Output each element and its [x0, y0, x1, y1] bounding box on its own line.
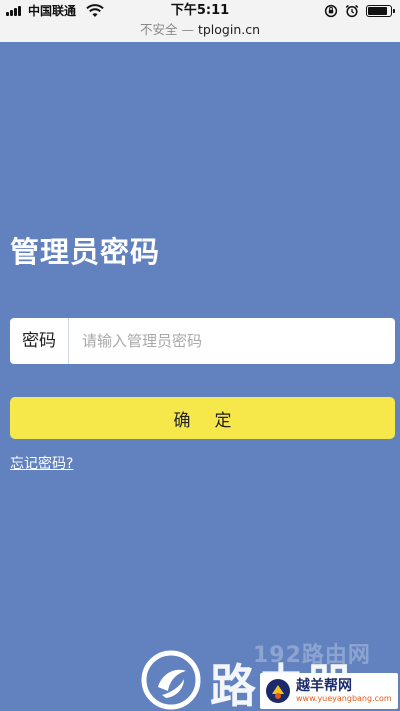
- password-field-group: 密码: [10, 318, 395, 364]
- orientation-lock-icon: [324, 4, 338, 18]
- status-bar: 中国联通 下午5:11: [0, 0, 400, 22]
- watermark-badge-text: 越羊帮网: [296, 678, 352, 694]
- password-label: 密码: [10, 318, 69, 364]
- watermark-badge-url: www.yueyangbang.com: [296, 694, 392, 703]
- browser-top-bar: 中国联通 下午5:11 不安全 — tplogin.cn: [0, 0, 400, 42]
- url-domain: tplogin.cn: [197, 22, 261, 37]
- watermark-logo-icon: [141, 650, 201, 710]
- watermark: 192路由网 路由器 越羊帮网 www.yueyangbang.com: [140, 631, 400, 711]
- battery-icon: [366, 5, 395, 17]
- page-title: 管理员密码: [10, 235, 161, 269]
- password-input[interactable]: [69, 318, 395, 364]
- alarm-icon: [345, 4, 359, 18]
- security-warning: 不安全: [139, 22, 178, 37]
- url-bar[interactable]: 不安全 — tplogin.cn: [0, 21, 400, 39]
- badge-logo-icon: [266, 679, 290, 703]
- watermark-badge: 越羊帮网 www.yueyangbang.com: [260, 673, 398, 709]
- status-right-icons: [324, 4, 395, 18]
- url-separator: —: [181, 22, 194, 37]
- forgot-password-link[interactable]: 忘记密码?: [10, 454, 73, 474]
- confirm-button[interactable]: 确定: [10, 397, 395, 439]
